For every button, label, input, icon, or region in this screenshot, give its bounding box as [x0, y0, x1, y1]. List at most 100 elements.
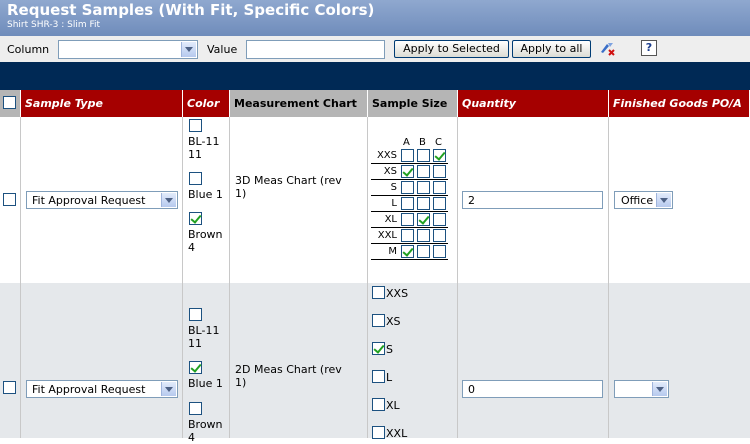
size-label: XL — [386, 399, 400, 412]
quantity-input[interactable]: 2 — [462, 191, 603, 209]
col-header-finished-goods-po[interactable]: Finished Goods PO/A — [609, 90, 750, 117]
sample-size-grid: A B C XXS XS S L XL XXL M — [371, 137, 451, 267]
table-row: Fit Approval Request BL-11 11 Blue 1 Bro… — [0, 283, 750, 444]
select-all-checkbox[interactable] — [3, 96, 16, 109]
size-checkbox[interactable] — [433, 165, 446, 178]
size-row-divider — [371, 243, 448, 244]
size-row-label: XXL — [377, 230, 397, 241]
color-label: 4 — [188, 241, 195, 254]
table-row: Fit Approval Request BL-11 11 Blue 1 Bro… — [0, 117, 750, 283]
measurement-chart-text: 1) — [235, 187, 247, 200]
size-checkbox[interactable] — [401, 229, 414, 242]
size-checkbox[interactable] — [401, 165, 414, 178]
size-checkbox[interactable] — [372, 426, 385, 439]
color-checkbox[interactable] — [189, 361, 202, 374]
color-checkbox[interactable] — [189, 402, 202, 415]
measurement-chart-text: 2D Meas Chart (rev — [235, 363, 342, 376]
size-row-label: S — [390, 182, 397, 193]
size-checkbox[interactable] — [401, 197, 414, 210]
color-label: 11 — [188, 148, 202, 161]
size-column-label: C — [435, 137, 442, 148]
size-checkbox[interactable] — [417, 149, 430, 162]
size-row-divider — [371, 195, 448, 196]
help-icon[interactable]: ? — [641, 40, 657, 56]
chevron-down-icon — [652, 382, 667, 396]
size-label: XS — [386, 315, 401, 328]
color-checkbox[interactable] — [189, 212, 202, 225]
size-row-label: L — [391, 198, 397, 209]
apply-selected-button[interactable]: Apply to Selected — [394, 40, 509, 58]
size-checkbox[interactable] — [372, 342, 385, 355]
sample-type-select[interactable]: Fit Approval Request — [26, 380, 178, 398]
size-row-label: M — [388, 246, 397, 257]
size-row-divider — [371, 227, 448, 228]
measurement-chart-text: 1) — [235, 376, 247, 389]
chevron-down-icon — [656, 193, 671, 207]
chevron-down-icon — [181, 42, 196, 57]
size-checkbox[interactable] — [433, 149, 446, 162]
value-input[interactable] — [246, 40, 385, 59]
apply-all-button[interactable]: Apply to all — [512, 40, 591, 58]
size-checkbox[interactable] — [401, 149, 414, 162]
size-checkbox[interactable] — [372, 398, 385, 411]
clear-filter-icon[interactable] — [598, 40, 616, 58]
size-checkbox[interactable] — [417, 213, 430, 226]
color-label: Brown — [188, 418, 223, 431]
value-label: Value — [207, 43, 238, 56]
size-checkbox[interactable] — [401, 245, 414, 258]
size-column-label: B — [419, 137, 426, 148]
size-checkbox[interactable] — [417, 165, 430, 178]
quantity-input[interactable]: 0 — [462, 380, 603, 398]
size-label: S — [386, 343, 393, 356]
finished-goods-po-select[interactable]: Office — [614, 191, 673, 209]
col-header-quantity[interactable]: Quantity — [458, 90, 609, 117]
size-checkbox[interactable] — [372, 314, 385, 327]
size-checkbox[interactable] — [401, 213, 414, 226]
size-checkbox[interactable] — [433, 245, 446, 258]
size-checkbox[interactable] — [433, 229, 446, 242]
size-checkbox[interactable] — [417, 197, 430, 210]
size-checkbox[interactable] — [417, 229, 430, 242]
title-bar: Request Samples (With Fit, Specific Colo… — [0, 0, 750, 36]
size-row-label: XL — [384, 214, 397, 225]
toolbar: Column Value Apply to Selected Apply to … — [0, 36, 750, 63]
row-select-checkbox[interactable] — [3, 381, 16, 394]
size-row-divider — [371, 259, 448, 260]
size-row-divider — [371, 163, 448, 164]
sample-size-list: XXS XS S L XL XXL — [372, 283, 456, 440]
color-label: 11 — [188, 337, 202, 350]
size-checkbox[interactable] — [417, 245, 430, 258]
color-checkbox[interactable] — [189, 308, 202, 321]
size-label: L — [386, 371, 393, 384]
size-label: XXS — [386, 287, 409, 300]
size-row-divider — [371, 179, 448, 180]
color-label: Brown — [188, 228, 223, 241]
page-subtitle: Shirt SHR-3 : Slim Fit — [7, 20, 100, 30]
size-row-label: XXS — [376, 150, 397, 161]
color-checkbox[interactable] — [189, 172, 202, 185]
size-checkbox[interactable] — [372, 286, 385, 299]
col-header-sample-size[interactable]: Sample Size — [368, 90, 458, 117]
size-checkbox[interactable] — [401, 181, 414, 194]
column-select[interactable] — [58, 40, 198, 59]
size-checkbox[interactable] — [433, 181, 446, 194]
size-column-label: A — [403, 137, 410, 148]
measurement-chart-text: 3D Meas Chart (rev — [235, 174, 342, 187]
select-all-header — [0, 90, 21, 117]
col-header-color[interactable]: Color — [183, 90, 230, 117]
size-label: XXL — [386, 427, 408, 440]
row-select-checkbox[interactable] — [3, 193, 16, 206]
color-checkbox[interactable] — [189, 119, 202, 132]
size-checkbox[interactable] — [433, 213, 446, 226]
color-label: Blue 1 — [188, 377, 223, 390]
size-checkbox[interactable] — [372, 370, 385, 383]
col-header-measurement-chart[interactable]: Measurement Chart — [230, 90, 368, 117]
finished-goods-po-select[interactable] — [614, 380, 669, 398]
chevron-down-icon — [161, 382, 176, 396]
color-label: Blue 1 — [188, 188, 223, 201]
size-checkbox[interactable] — [433, 197, 446, 210]
col-header-sample-type[interactable]: Sample Type — [21, 90, 183, 117]
size-checkbox[interactable] — [417, 181, 430, 194]
sample-type-select[interactable]: Fit Approval Request — [26, 191, 178, 209]
chevron-down-icon — [161, 193, 176, 207]
